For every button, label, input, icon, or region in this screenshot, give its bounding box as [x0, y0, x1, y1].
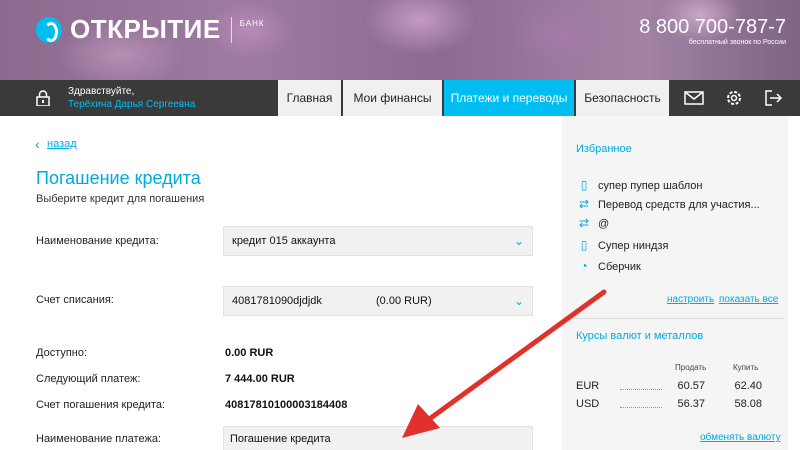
- logo-text: ОТКРЫТИЕ: [70, 14, 221, 44]
- rate-dots: [620, 389, 662, 390]
- rate-buy-value: 58.08: [734, 398, 762, 410]
- favorite-label: Супер ниндзя: [598, 240, 669, 252]
- sidebar-divider: [566, 318, 784, 319]
- next-payment-label: Следующий платеж:: [36, 373, 141, 385]
- rate-dots: [620, 407, 662, 408]
- user-greeting: Здравствуйте, Терёхина Дарья Сергеевна: [68, 85, 195, 111]
- payment-name-input[interactable]: Погашение кредита: [223, 426, 533, 450]
- configure-link[interactable]: настроить: [667, 294, 714, 305]
- next-payment-value: 7 444.00 RUR: [225, 373, 295, 385]
- favorite-label: Сберчик: [598, 261, 641, 273]
- account-select-amount: (0.00 RUR): [376, 295, 432, 307]
- favorites-title: Избранное: [576, 143, 632, 155]
- credit-select[interactable]: кредит 015 аккаунта ⌄: [223, 226, 533, 256]
- favorite-label: Перевод средств для участия...: [598, 199, 760, 211]
- favorite-item[interactable]: ▯ Супер ниндзя: [576, 236, 669, 254]
- back-chevron-icon[interactable]: ‹: [35, 136, 40, 152]
- bonus-icon: ◔: [580, 259, 588, 273]
- favorite-item[interactable]: ⇄ Перевод средств для участия...: [576, 195, 760, 213]
- favorite-label: супер пупер шаблон: [598, 180, 703, 192]
- mail-icon[interactable]: [683, 88, 705, 108]
- payment-name-label: Наименование платежа:: [36, 433, 162, 445]
- tab-security[interactable]: Безопасность: [576, 80, 669, 116]
- page-subtitle: Выберите кредит для погашения: [36, 193, 205, 205]
- user-name[interactable]: Терёхина Дарья Сергеевна: [68, 98, 195, 111]
- rate-sell-value: 60.57: [677, 380, 705, 392]
- exchange-currency-link[interactable]: обменять валюту: [700, 432, 781, 443]
- tab-my-finances[interactable]: Мои финансы: [343, 80, 442, 116]
- show-all-link[interactable]: показать все: [719, 294, 778, 305]
- available-value: 0.00 RUR: [225, 347, 274, 359]
- credit-name-label: Наименование кредита:: [36, 235, 159, 247]
- available-label: Доступно:: [36, 347, 88, 359]
- repayment-account-label: Счет погашения кредита:: [36, 399, 165, 411]
- repayment-account-value: 40817810100003184408: [225, 399, 348, 411]
- chevron-down-icon: ⌄: [513, 294, 524, 308]
- gear-icon[interactable]: [723, 88, 745, 108]
- header-banner: ОТКРЫТИЕ БАНК 8 800 700-787-7 бесплатный…: [0, 0, 800, 80]
- phone-icon: ▯: [580, 178, 588, 192]
- account-label: Счет списания:: [36, 294, 114, 306]
- hotline-caption: бесплатный звонок по России: [688, 39, 786, 46]
- favorite-item[interactable]: ⇄ @: [576, 214, 609, 232]
- favorite-item[interactable]: ▯ супер пупер шаблон: [576, 176, 703, 194]
- account-select-value: 4081781090djdjdk: [232, 295, 322, 307]
- back-link[interactable]: назад: [47, 138, 77, 150]
- rate-sell-value: 56.37: [677, 398, 705, 410]
- rates-buy-header: Купить: [733, 363, 759, 372]
- hotline-phone: 8 800 700-787-7: [639, 16, 786, 38]
- account-select[interactable]: 4081781090djdjdk (0.00 RUR) ⌄: [223, 286, 533, 316]
- tab-home[interactable]: Главная: [278, 80, 341, 116]
- rates-sell-header: Продать: [675, 363, 707, 372]
- logo-bank-text: БАНК: [239, 19, 265, 28]
- tab-payments[interactable]: Платежи и переводы: [444, 80, 574, 116]
- favorite-item[interactable]: ◔ Сберчик: [576, 257, 641, 275]
- rate-currency: EUR: [576, 380, 600, 392]
- rates-title: Курсы валют и металлов: [576, 330, 704, 342]
- transfer-icon: ⇄: [578, 197, 590, 211]
- rate-buy-value: 62.40: [734, 380, 762, 392]
- credit-select-value: кредит 015 аккаунта: [232, 235, 336, 247]
- logout-icon[interactable]: [762, 88, 784, 108]
- phone-icon: ▯: [580, 238, 588, 252]
- logo-mark-icon: [36, 16, 62, 43]
- chevron-down-icon: ⌄: [513, 234, 524, 248]
- lock-icon: [36, 90, 50, 106]
- favorite-label: @: [598, 218, 610, 230]
- greeting-text: Здравствуйте,: [68, 86, 135, 97]
- transfer-icon: ⇄: [578, 216, 590, 230]
- bank-logo[interactable]: ОТКРЫТИЕ БАНК: [36, 14, 265, 45]
- rate-currency: USD: [576, 398, 600, 410]
- logo-divider: [230, 16, 232, 43]
- top-navbar: Здравствуйте, Терёхина Дарья Сергеевна Г…: [0, 80, 800, 116]
- page-title: Погашение кредита: [36, 168, 201, 188]
